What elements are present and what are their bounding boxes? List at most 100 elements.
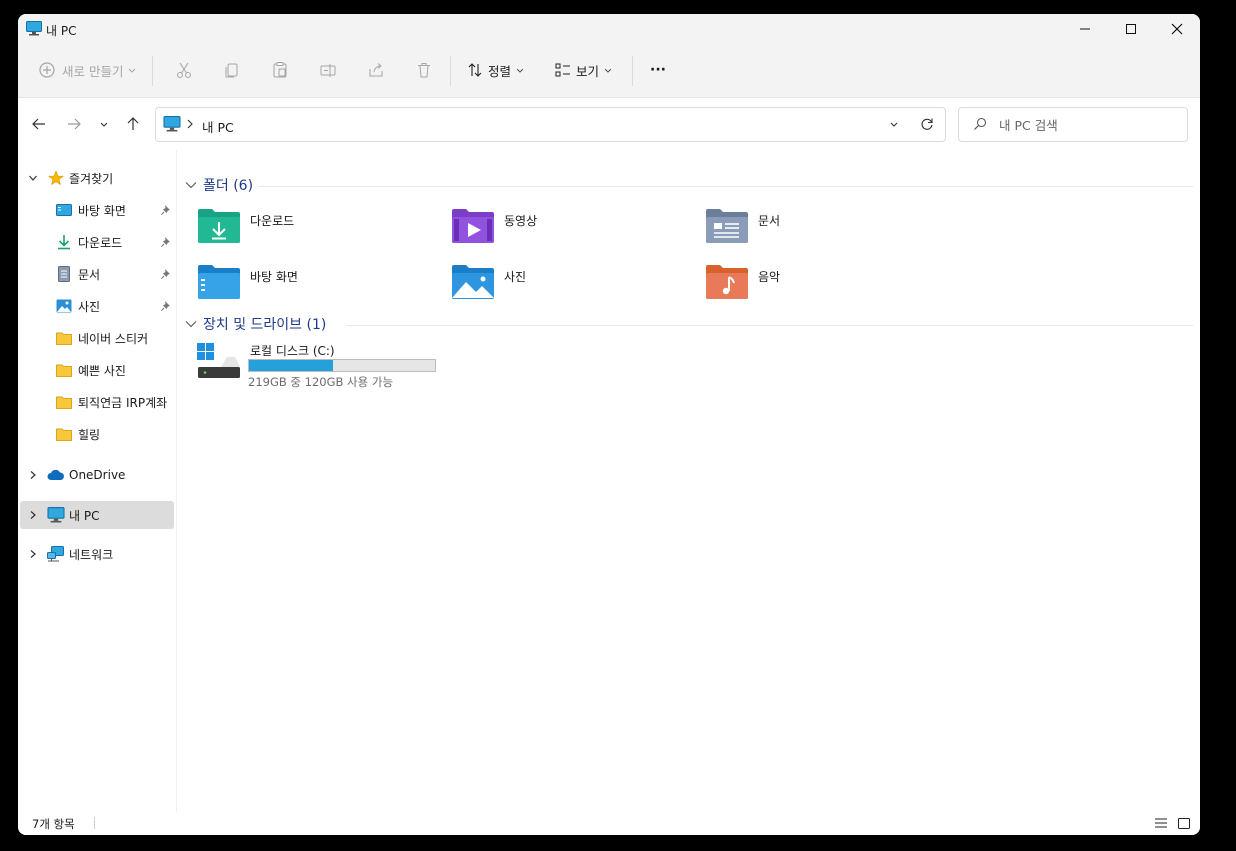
more-icon: ··· bbox=[650, 62, 666, 78]
toolbar-separator bbox=[152, 56, 153, 86]
pin-icon bbox=[161, 301, 170, 311]
pin-icon bbox=[161, 237, 170, 247]
drive-usage-fill bbox=[249, 360, 333, 371]
sidebar-item-label: 문서 bbox=[78, 267, 101, 282]
folder-tile-downloads[interactable]: 다운로드 bbox=[197, 207, 447, 255]
folders-group-header[interactable]: 폴더 (6) bbox=[185, 175, 253, 195]
sidebar-item-desktop[interactable]: 바탕 화면 bbox=[20, 197, 174, 223]
toolbar-separator bbox=[450, 56, 451, 86]
chevron-down-icon bbox=[129, 68, 136, 73]
rename-icon bbox=[320, 64, 336, 77]
delete-button[interactable] bbox=[408, 54, 440, 86]
folder-tile-label: 사진 bbox=[504, 270, 527, 284]
folder-tile-music[interactable]: 음악 bbox=[705, 263, 955, 311]
cloud-icon bbox=[47, 469, 64, 480]
address-bar[interactable]: 내 PC bbox=[155, 107, 946, 142]
chevron-down-icon[interactable] bbox=[28, 173, 38, 183]
paste-button[interactable] bbox=[264, 54, 296, 86]
drive-tile-c[interactable]: 로컬 디스크 (C:) 219GB 중 120GB 사용 가능 bbox=[197, 342, 447, 392]
maximize-button[interactable] bbox=[1108, 14, 1154, 44]
group-divider bbox=[259, 186, 1193, 187]
content-pane: 폴더 (6) 다운로드 동영상 문서 바탕 화면 사진 음악 장치 및 드라이브… bbox=[177, 150, 1200, 812]
folder-tile-documents[interactable]: 문서 bbox=[705, 207, 955, 255]
details-view-button[interactable] bbox=[1152, 814, 1170, 832]
sidebar-item-label: 네이버 스티커 bbox=[78, 331, 149, 346]
title-bar: 내 PC bbox=[18, 14, 1200, 44]
chevron-right-icon[interactable] bbox=[28, 549, 38, 559]
navigation-pane: 즐겨찾기 바탕 화면 다운로드 문서 사진 네이버 스티커 예쁜 사진 퇴직연금… bbox=[18, 150, 177, 812]
up-button[interactable] bbox=[121, 110, 145, 138]
chevron-right-icon bbox=[187, 119, 193, 129]
item-count: 7개 항목 bbox=[32, 817, 75, 831]
status-bar: 7개 항목 bbox=[18, 812, 1200, 835]
rename-button[interactable] bbox=[312, 54, 344, 86]
chevron-down-icon[interactable] bbox=[889, 119, 899, 129]
star-icon bbox=[48, 170, 64, 186]
sidebar-item-downloads[interactable]: 다운로드 bbox=[20, 229, 174, 255]
view-button[interactable]: 보기 bbox=[550, 54, 620, 86]
sidebar-item-folder[interactable]: 네이버 스티커 bbox=[20, 325, 174, 351]
sidebar-item-onedrive[interactable]: OneDrive bbox=[20, 462, 174, 488]
command-bar: 새로 만들기 정렬 보기 ··· bbox=[18, 44, 1200, 98]
desktop-folder-icon bbox=[56, 204, 72, 216]
share-button[interactable] bbox=[360, 54, 392, 86]
back-button[interactable] bbox=[27, 110, 51, 138]
folder-tile-pictures[interactable]: 사진 bbox=[451, 263, 701, 311]
recent-locations-button[interactable] bbox=[92, 110, 116, 138]
minimize-icon bbox=[1080, 28, 1090, 30]
close-icon bbox=[1171, 23, 1183, 35]
folder-tile-label: 동영상 bbox=[504, 214, 538, 228]
close-button[interactable] bbox=[1154, 14, 1200, 44]
computer-icon bbox=[163, 116, 181, 132]
details-view-icon bbox=[1155, 818, 1167, 828]
documents-folder-icon bbox=[706, 209, 748, 243]
sort-button[interactable]: 정렬 bbox=[462, 54, 532, 86]
folder-icon bbox=[56, 428, 72, 441]
large-icons-view-icon bbox=[1178, 817, 1190, 829]
sidebar-item-this-pc[interactable]: 내 PC bbox=[20, 501, 174, 529]
sidebar-item-documents[interactable]: 문서 bbox=[20, 261, 174, 287]
folder-tile-videos[interactable]: 동영상 bbox=[451, 207, 701, 255]
large-icons-view-button[interactable] bbox=[1175, 814, 1193, 832]
cut-icon bbox=[177, 62, 191, 78]
chevron-down-icon bbox=[604, 68, 612, 73]
folder-tile-label: 다운로드 bbox=[250, 214, 295, 228]
chevron-down-icon bbox=[516, 68, 524, 73]
refresh-icon[interactable] bbox=[920, 117, 934, 131]
chevron-right-icon[interactable] bbox=[28, 470, 38, 480]
sidebar-item-label: OneDrive bbox=[69, 468, 126, 482]
sidebar-item-pictures[interactable]: 사진 bbox=[20, 293, 174, 319]
chevron-down-icon bbox=[185, 321, 197, 328]
sidebar-item-folder[interactable]: 예쁜 사진 bbox=[20, 357, 174, 383]
folder-tile-desktop[interactable]: 바탕 화면 bbox=[197, 263, 447, 311]
search-input[interactable] bbox=[997, 115, 1181, 135]
sidebar-item-label: 사진 bbox=[78, 299, 101, 314]
sidebar-item-folder[interactable]: 힐링 bbox=[20, 421, 174, 447]
maximize-icon bbox=[1126, 24, 1136, 34]
navigation-bar: 내 PC bbox=[18, 98, 1200, 150]
folder-tile-label: 음악 bbox=[758, 270, 781, 284]
view-list-icon bbox=[555, 63, 570, 77]
search-box[interactable] bbox=[958, 107, 1188, 142]
sidebar-item-quick-access[interactable]: 즐겨찾기 bbox=[20, 165, 174, 191]
add-circle-icon bbox=[39, 62, 55, 78]
drives-group-header[interactable]: 장치 및 드라이브 (1) bbox=[185, 314, 326, 334]
minimize-button[interactable] bbox=[1062, 14, 1108, 44]
sidebar-item-folder[interactable]: 퇴직연금 IRP계좌 bbox=[20, 389, 174, 415]
sidebar-item-network[interactable]: 네트워크 bbox=[20, 541, 174, 567]
computer-icon bbox=[47, 507, 65, 523]
see-more-button[interactable]: ··· bbox=[642, 54, 674, 86]
copy-button[interactable] bbox=[216, 54, 248, 86]
arrow-right-icon bbox=[68, 118, 81, 130]
drive-label: 로컬 디스크 (C:) bbox=[250, 344, 335, 358]
pin-icon bbox=[161, 205, 170, 215]
downloads-folder-icon bbox=[198, 209, 240, 243]
chevron-right-icon[interactable] bbox=[28, 510, 38, 520]
folder-tile-label: 바탕 화면 bbox=[250, 270, 298, 284]
drive-capacity-text: 219GB 중 120GB 사용 가능 bbox=[248, 375, 394, 389]
paste-icon bbox=[273, 62, 287, 78]
address-breadcrumb[interactable]: 내 PC bbox=[202, 117, 234, 136]
cut-button[interactable] bbox=[168, 54, 200, 86]
forward-button[interactable] bbox=[62, 110, 86, 138]
new-button[interactable]: 새로 만들기 bbox=[32, 54, 144, 86]
